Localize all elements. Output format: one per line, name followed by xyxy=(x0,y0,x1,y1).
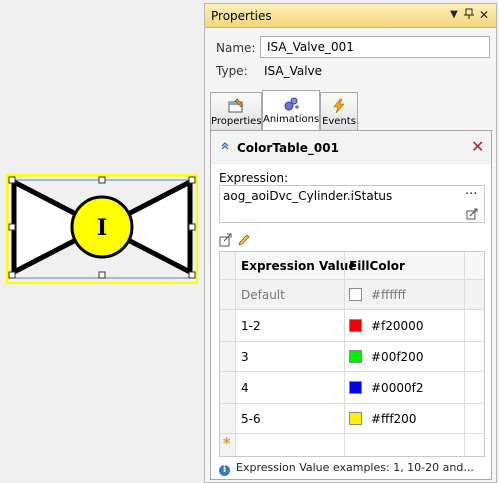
table-row[interactable]: 5-6 #fff200 xyxy=(220,404,484,434)
tab-label: Properties xyxy=(211,116,262,127)
hint-text: Expression Value examples: 1, 10-20 and.… xyxy=(236,461,474,474)
new-row-icon: * xyxy=(223,436,231,452)
row-expression[interactable]: 1-2 xyxy=(241,319,261,333)
edit-pencil-icon[interactable] xyxy=(237,233,251,247)
table-row[interactable]: Default #ffffff xyxy=(220,280,484,310)
column-header-expression[interactable]: Expression Value xyxy=(241,259,356,273)
grid-toolbar xyxy=(219,231,259,249)
row-color[interactable]: #ffffff xyxy=(371,288,406,302)
valve-label: I xyxy=(97,215,107,241)
info-icon: i xyxy=(219,465,230,476)
color-swatch[interactable] xyxy=(349,381,362,394)
tab-events[interactable]: Events xyxy=(320,92,358,130)
row-color[interactable]: #0000f2 xyxy=(371,381,423,395)
row-color[interactable]: #fff200 xyxy=(371,412,416,426)
panel-title: Properties xyxy=(211,9,272,23)
expression-browse-button[interactable]: ... xyxy=(465,183,477,198)
new-row[interactable]: * xyxy=(220,434,484,456)
properties-panel: Properties ▼ ✕ Name: Type: ISA_Valve Pro… xyxy=(204,3,497,483)
collapse-icon[interactable] xyxy=(220,141,230,154)
type-value: ISA_Valve xyxy=(264,64,323,78)
remove-animation-icon[interactable]: ✕ xyxy=(471,137,484,156)
color-swatch[interactable] xyxy=(349,412,362,425)
color-swatch[interactable] xyxy=(349,319,362,332)
row-color[interactable]: #00f200 xyxy=(371,350,423,364)
animations-icon xyxy=(284,97,299,111)
table-row[interactable]: 4 #0000f2 xyxy=(220,372,484,404)
column-header-fillcolor[interactable]: FillColor xyxy=(349,259,405,273)
name-label: Name: xyxy=(216,41,256,55)
design-canvas[interactable]: I xyxy=(0,0,204,483)
close-icon[interactable]: ✕ xyxy=(477,8,491,22)
properties-icon xyxy=(228,98,244,113)
tab-label: Animations xyxy=(263,114,320,125)
table-row[interactable]: 3 #00f200 xyxy=(220,342,484,372)
dropdown-icon[interactable]: ▼ xyxy=(447,8,461,22)
grid-header-row: Expression Value FillColor xyxy=(220,252,484,280)
row-expression[interactable]: Default xyxy=(241,288,285,302)
expression-value: aog_aoiDvc_Cylinder.iStatus xyxy=(223,189,393,203)
color-swatch[interactable] xyxy=(349,350,362,363)
expression-label: Expression: xyxy=(219,171,289,185)
row-color[interactable]: #f20000 xyxy=(371,319,423,333)
tab-properties[interactable]: Properties xyxy=(210,92,262,130)
row-expression[interactable]: 4 xyxy=(241,381,249,395)
color-table-grid: Expression Value FillColor Default #ffff… xyxy=(219,251,485,457)
isa-valve-graphic[interactable]: I xyxy=(5,173,199,285)
expand-icon[interactable] xyxy=(219,233,233,247)
row-expression[interactable]: 5-6 xyxy=(241,412,261,426)
hint-text-row: i Expression Value examples: 1, 10-20 and… xyxy=(219,461,474,476)
color-table-header: ColorTable_001 ✕ xyxy=(211,131,491,165)
animations-content: ColorTable_001 ✕ Expression: aog_aoiDvc_… xyxy=(210,130,492,480)
pin-icon[interactable] xyxy=(462,8,476,22)
tab-animations[interactable]: Animations xyxy=(262,90,320,131)
table-row[interactable]: 1-2 #f20000 xyxy=(220,310,484,342)
color-table-title: ColorTable_001 xyxy=(237,141,339,155)
color-swatch[interactable] xyxy=(349,288,362,301)
name-field[interactable] xyxy=(260,36,490,58)
row-expression[interactable]: 3 xyxy=(241,350,249,364)
tab-label: Events xyxy=(322,116,356,127)
expression-edit-icon[interactable] xyxy=(466,208,478,220)
type-label: Type: xyxy=(216,64,248,78)
expression-field[interactable]: aog_aoiDvc_Cylinder.iStatus ... xyxy=(219,183,485,223)
valve-svg: I xyxy=(5,173,199,285)
panel-titlebar[interactable]: Properties ▼ ✕ xyxy=(205,4,496,28)
events-icon xyxy=(333,98,345,114)
